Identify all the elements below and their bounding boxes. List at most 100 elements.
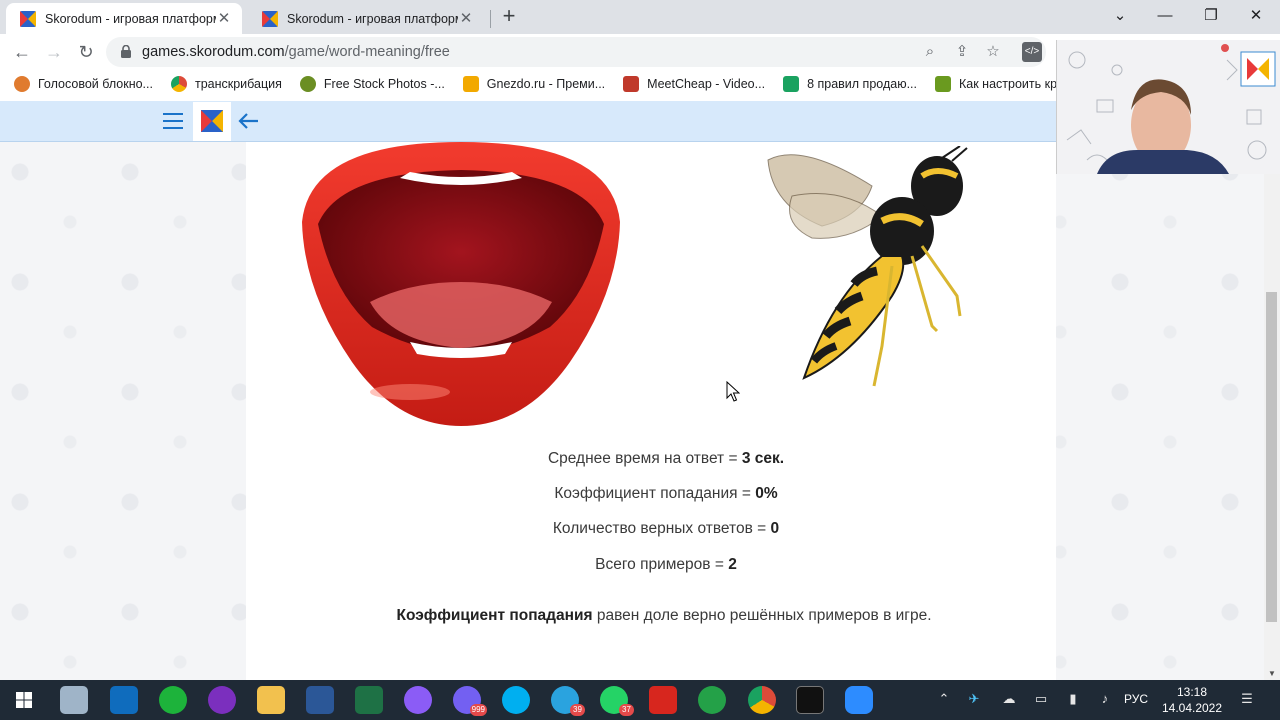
share-icon[interactable]: ⇪ <box>952 42 972 62</box>
webcam-video-overlay <box>1056 40 1280 174</box>
tab-title: Skorodum - игровая платформа <box>45 11 216 26</box>
url-text: games.skorodum.com/game/word-meaning/fre… <box>142 44 450 60</box>
hamburger-menu-icon[interactable] <box>163 112 183 130</box>
new-tab-button[interactable]: + <box>497 5 521 29</box>
meetcheap-icon <box>623 76 640 92</box>
zoom-search-icon[interactable]: ⌕ <box>920 42 940 62</box>
acrobat-icon[interactable] <box>649 686 677 714</box>
forward-button[interactable]: → <box>40 38 68 66</box>
accuracy-value: 0% <box>755 485 778 502</box>
parrot-icon <box>14 76 30 92</box>
bookmark-item[interactable]: MeetCheap - Video... <box>623 76 765 92</box>
folder-icon[interactable] <box>257 686 285 714</box>
tab-search-button[interactable]: ⌄ <box>1098 2 1142 30</box>
scroll-down-arrow-icon[interactable]: ▼ <box>1267 670 1277 678</box>
skorodum-favicon-icon <box>20 10 36 27</box>
tray-bird-icon[interactable]: ✈ <box>965 690 983 708</box>
average-time-label: Среднее время на ответ = <box>547 450 742 467</box>
explanation-text: равен доле верно решённых примеров в игр… <box>592 607 932 624</box>
chrome-icon <box>170 76 187 92</box>
reload-button[interactable]: ↻ <box>72 38 100 66</box>
clock-time: 13:18 <box>1176 685 1208 699</box>
clock[interactable]: 13:18 14.04.2022 <box>1160 684 1224 716</box>
accuracy-explanation: Коэффициент попадания равен доле верно р… <box>300 607 1028 625</box>
chrome-icon[interactable] <box>748 686 776 714</box>
word-icon[interactable] <box>306 686 334 714</box>
viber-icon[interactable]: 999 <box>453 686 487 716</box>
skype-icon[interactable] <box>502 686 530 714</box>
address-bar[interactable]: games.skorodum.com/game/word-meaning/fre… <box>106 37 1046 67</box>
accuracy-stat: Коэффициент попадания = 0% <box>466 485 866 503</box>
average-time-value: 3 сек. <box>741 450 785 467</box>
lips-image[interactable] <box>300 142 622 426</box>
telegram-icon[interactable]: 39 <box>551 686 585 716</box>
tab-skorodum-active[interactable]: Skorodum - игровая платформа ✕ <box>6 3 242 34</box>
browser-toolbar: ← → ↻ games.skorodum.com/game/word-meani… <box>0 34 1056 70</box>
clock-date: 14.04.2022 <box>1161 701 1223 715</box>
back-arrow-icon[interactable] <box>236 111 260 131</box>
whatsapp-badge: 37 <box>619 704 634 716</box>
battery-icon[interactable]: ▮ <box>1064 690 1082 708</box>
purple-app-icon[interactable] <box>208 686 236 714</box>
lock-icon <box>121 45 131 58</box>
minimize-button[interactable]: — <box>1143 2 1187 30</box>
notifications-icon[interactable]: ☰ <box>1238 690 1256 708</box>
correct-answers-stat: Количество верных ответов = 0 <box>466 520 866 538</box>
window-icon[interactable] <box>60 686 88 714</box>
zoom-icon[interactable] <box>845 686 873 714</box>
bookmark-item[interactable]: 8 правил продаю... <box>783 76 917 92</box>
evernote-icon[interactable] <box>159 686 187 714</box>
back-button[interactable]: ← <box>8 38 36 66</box>
scrollbar-thumb[interactable] <box>1266 292 1277 622</box>
total-examples-stat: Всего примеров = 2 <box>466 556 866 574</box>
total-examples-label: Всего примеров = <box>595 556 729 573</box>
messenger-icon[interactable] <box>404 686 432 714</box>
page-scrollbar[interactable]: ▼ <box>1264 142 1280 680</box>
clover-icon[interactable] <box>698 686 726 714</box>
correct-answers-label: Количество верных ответов = <box>552 520 771 537</box>
wasp-image[interactable] <box>762 146 978 390</box>
volume-icon[interactable]: ♪ <box>1096 690 1114 708</box>
skorodum-logo[interactable] <box>193 102 231 141</box>
excel-icon[interactable] <box>355 686 383 714</box>
webcam-presenter-image <box>1057 40 1280 174</box>
app-header <box>0 101 1056 142</box>
network-icon[interactable]: ▭ <box>1032 690 1050 708</box>
extension-icon[interactable]: </> <box>1022 42 1042 62</box>
bookmark-star-icon[interactable]: ☆ <box>983 42 1003 62</box>
p-icon <box>935 76 951 92</box>
accuracy-label: Коэффициент попадания = <box>554 485 756 502</box>
average-time-stat: Среднее время на ответ = 3 сек. <box>466 450 866 468</box>
pexels-icon <box>299 76 316 92</box>
bookmark-item[interactable]: Как настроить кро... <box>935 76 1056 92</box>
language-indicator[interactable]: РУС <box>1124 692 1148 706</box>
bookmark-item[interactable]: Голосовой блокно... <box>14 76 153 92</box>
whatsapp-icon[interactable]: 37 <box>600 686 634 716</box>
close-window-button[interactable]: ✕ <box>1234 2 1278 30</box>
bookmark-item[interactable]: Gnezdo.ru - Преми... <box>462 76 605 92</box>
tab-skorodum[interactable]: Skorodum - игровая платформа ✕ <box>248 3 484 34</box>
restore-button[interactable]: ❐ <box>1189 2 1233 30</box>
bookmark-item[interactable]: Free Stock Photos -... <box>299 76 445 92</box>
mouse-cursor-icon <box>726 381 740 402</box>
viber-badge: 999 <box>469 704 487 716</box>
telegram-badge: 39 <box>570 704 585 716</box>
tab-divider <box>490 10 491 28</box>
browser-tab-strip: Skorodum - игровая платформа ✕ Skorodum … <box>0 0 1280 34</box>
bookmark-item[interactable]: транскрибация <box>170 76 282 92</box>
tab-close-icon[interactable]: ✕ <box>458 10 474 27</box>
outlook-icon[interactable] <box>110 686 138 714</box>
skorodum-favicon-icon <box>262 10 278 27</box>
terminal-icon[interactable] <box>796 686 824 714</box>
windows-icon[interactable] <box>10 686 38 714</box>
url-host: games.skorodum.com <box>142 44 285 60</box>
tab-title: Skorodum - игровая платформа <box>287 11 458 26</box>
windows-taskbar: 999 39 37 ⌃ ✈ ☁ ▭ ▮ ♪ РУС 13:18 14.04.20… <box>0 680 1280 720</box>
checkbox-icon <box>783 76 800 92</box>
skorodum-logo-icon <box>201 110 223 132</box>
correct-answers-value: 0 <box>770 520 780 537</box>
tab-close-icon[interactable]: ✕ <box>216 10 232 27</box>
total-examples-value: 2 <box>728 556 737 573</box>
tray-expand-icon[interactable]: ⌃ <box>935 690 953 708</box>
onedrive-icon[interactable]: ☁ <box>1000 690 1018 708</box>
